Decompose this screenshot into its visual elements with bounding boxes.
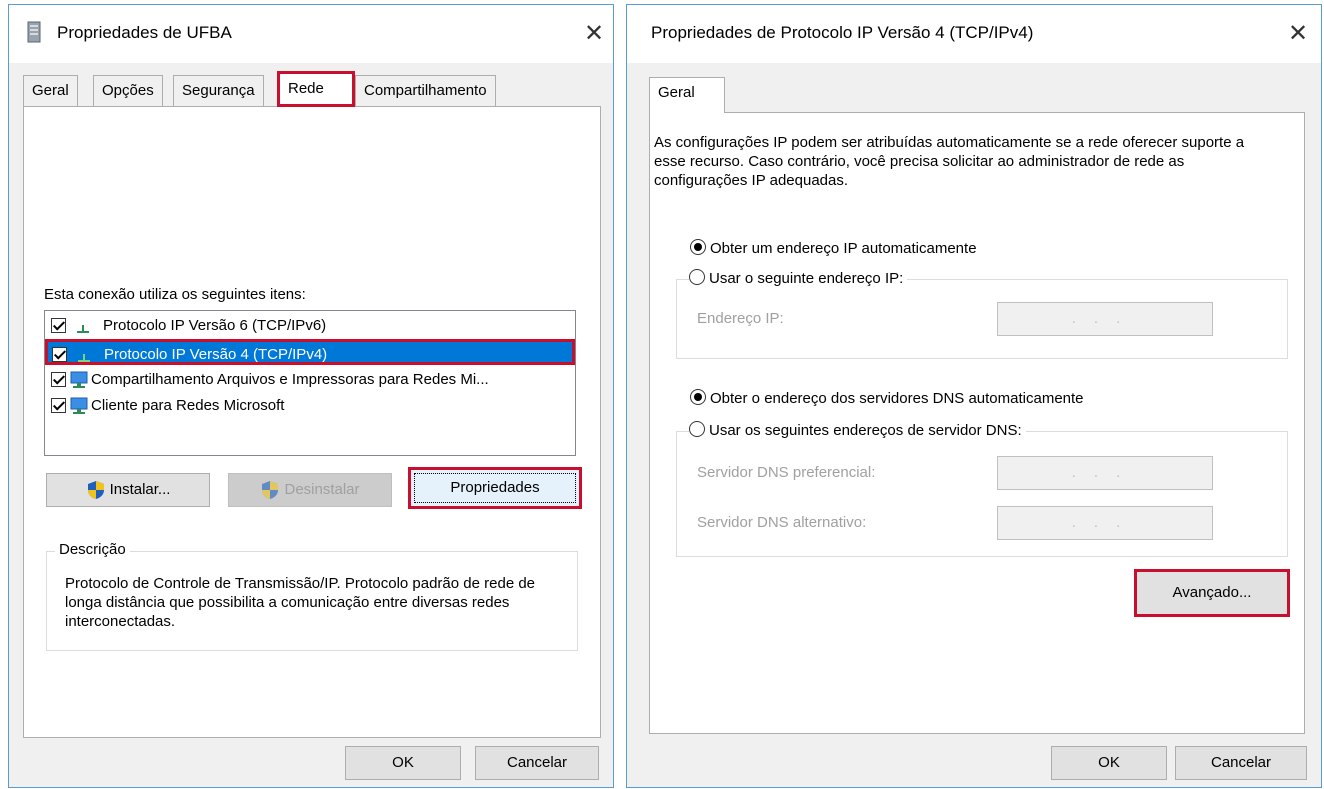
ip-address-field: ... bbox=[997, 302, 1213, 336]
network-adapter-icon bbox=[27, 21, 41, 43]
ip-manual-group: Usar o seguinte endereço IP: Endereço IP… bbox=[676, 269, 1288, 359]
cancel-button[interactable]: Cancelar bbox=[475, 746, 599, 780]
intro-text: As configurações IP podem ser atribuídas… bbox=[654, 134, 1245, 189]
network-computer-icon bbox=[70, 397, 88, 414]
dns-auto-radio[interactable]: Obter o endereço dos servidores DNS auto… bbox=[690, 389, 1084, 409]
close-icon[interactable]: ✕ bbox=[579, 19, 609, 49]
title-bar: Propriedades de UFBA ✕ bbox=[9, 5, 613, 63]
ok-button[interactable]: OK bbox=[1051, 746, 1167, 780]
dialog-title: Propriedades de Protocolo IP Versão 4 (T… bbox=[651, 23, 1034, 42]
ip-auto-radio[interactable]: Obter um endereço IP automaticamente bbox=[690, 239, 977, 259]
description-group: Descrição Protocolo de Controle de Trans… bbox=[46, 541, 578, 651]
ipv4-properties-dialog: Propriedades de Protocolo IP Versão 4 (T… bbox=[626, 4, 1322, 788]
install-button[interactable]: Instalar... bbox=[46, 473, 210, 507]
dns-manual-radio[interactable]: Usar os seguintes endereços de servidor … bbox=[689, 421, 1026, 441]
advanced-button-label: Avançado... bbox=[1172, 584, 1252, 601]
list-item-label: Protocolo IP Versão 6 (TCP/IPv6) bbox=[103, 317, 327, 334]
list-item-label: Cliente para Redes Microsoft bbox=[91, 397, 285, 414]
radio-selected[interactable] bbox=[690, 239, 706, 256]
uninstall-button: Desinstalar bbox=[228, 473, 392, 507]
radio-unselected[interactable] bbox=[689, 421, 705, 438]
checkbox[interactable] bbox=[52, 347, 67, 362]
advanced-button[interactable]: Avançado... bbox=[1134, 569, 1290, 617]
dns-preferred-label: Servidor DNS preferencial: bbox=[697, 464, 876, 481]
properties-button[interactable]: Propriedades bbox=[408, 467, 582, 509]
tab-rede[interactable]: Rede bbox=[277, 71, 355, 107]
tab-compartilhamento[interactable]: Compartilhamento bbox=[355, 75, 496, 107]
close-icon[interactable]: ✕ bbox=[1283, 19, 1313, 49]
checkbox[interactable] bbox=[51, 398, 66, 413]
radio-selected[interactable] bbox=[690, 389, 706, 406]
tab-geral[interactable]: Geral bbox=[23, 75, 78, 107]
ip-address-label: Endereço IP: bbox=[697, 310, 784, 327]
network-properties-dialog: Propriedades de UFBA ✕ Geral Opções Segu… bbox=[8, 4, 614, 788]
tab-opcoes[interactable]: Opções bbox=[93, 75, 163, 107]
ok-button[interactable]: OK bbox=[345, 746, 461, 780]
tab-geral[interactable]: Geral bbox=[649, 77, 725, 113]
description-title: Descrição bbox=[55, 541, 130, 558]
uac-shield-icon bbox=[262, 481, 279, 500]
items-label: Esta conexão utiliza os seguintes itens: bbox=[44, 286, 306, 303]
title-bar: Propriedades de Protocolo IP Versão 4 (T… bbox=[627, 5, 1321, 63]
list-item-label: Compartilhamento Arquivos e Impressoras … bbox=[91, 371, 489, 388]
dns-alternate-label: Servidor DNS alternativo: bbox=[697, 514, 867, 531]
dns-manual-group: Usar os seguintes endereços de servidor … bbox=[676, 421, 1288, 557]
ip-manual-radio[interactable]: Usar o seguinte endereço IP: bbox=[689, 269, 908, 289]
dns-preferred-field: ... bbox=[997, 456, 1213, 490]
cancel-button[interactable]: Cancelar bbox=[1175, 746, 1307, 780]
network-protocol-icon bbox=[78, 354, 90, 362]
description-text: Protocolo de Controle de Transmissão/IP.… bbox=[65, 575, 536, 630]
list-item-selected[interactable]: Protocolo IP Versão 4 (TCP/IPv4) bbox=[45, 339, 575, 365]
items-list[interactable]: Protocolo IP Versão 6 (TCP/IPv6) Protoco… bbox=[44, 310, 576, 456]
list-item[interactable]: Compartilhamento Arquivos e Impressoras … bbox=[47, 367, 573, 393]
network-protocol-icon bbox=[77, 325, 89, 333]
dialog-title: Propriedades de UFBA bbox=[57, 23, 232, 42]
checkbox[interactable] bbox=[51, 372, 66, 387]
dns-alternate-field: ... bbox=[997, 506, 1213, 540]
list-item[interactable]: Protocolo IP Versão 6 (TCP/IPv6) bbox=[47, 313, 573, 339]
tab-panel-rede: Esta conexão utiliza os seguintes itens:… bbox=[23, 106, 601, 738]
tab-seguranca[interactable]: Segurança bbox=[173, 75, 264, 107]
radio-unselected[interactable] bbox=[689, 269, 705, 286]
list-item[interactable]: Cliente para Redes Microsoft bbox=[47, 393, 573, 419]
list-item-label: Protocolo IP Versão 4 (TCP/IPv4) bbox=[104, 346, 328, 363]
checkbox[interactable] bbox=[51, 318, 66, 333]
network-computer-icon bbox=[70, 371, 88, 388]
tab-panel-geral: As configurações IP podem ser atribuídas… bbox=[649, 112, 1305, 734]
properties-button-label: Propriedades bbox=[414, 473, 576, 503]
uac-shield-icon bbox=[87, 481, 104, 500]
